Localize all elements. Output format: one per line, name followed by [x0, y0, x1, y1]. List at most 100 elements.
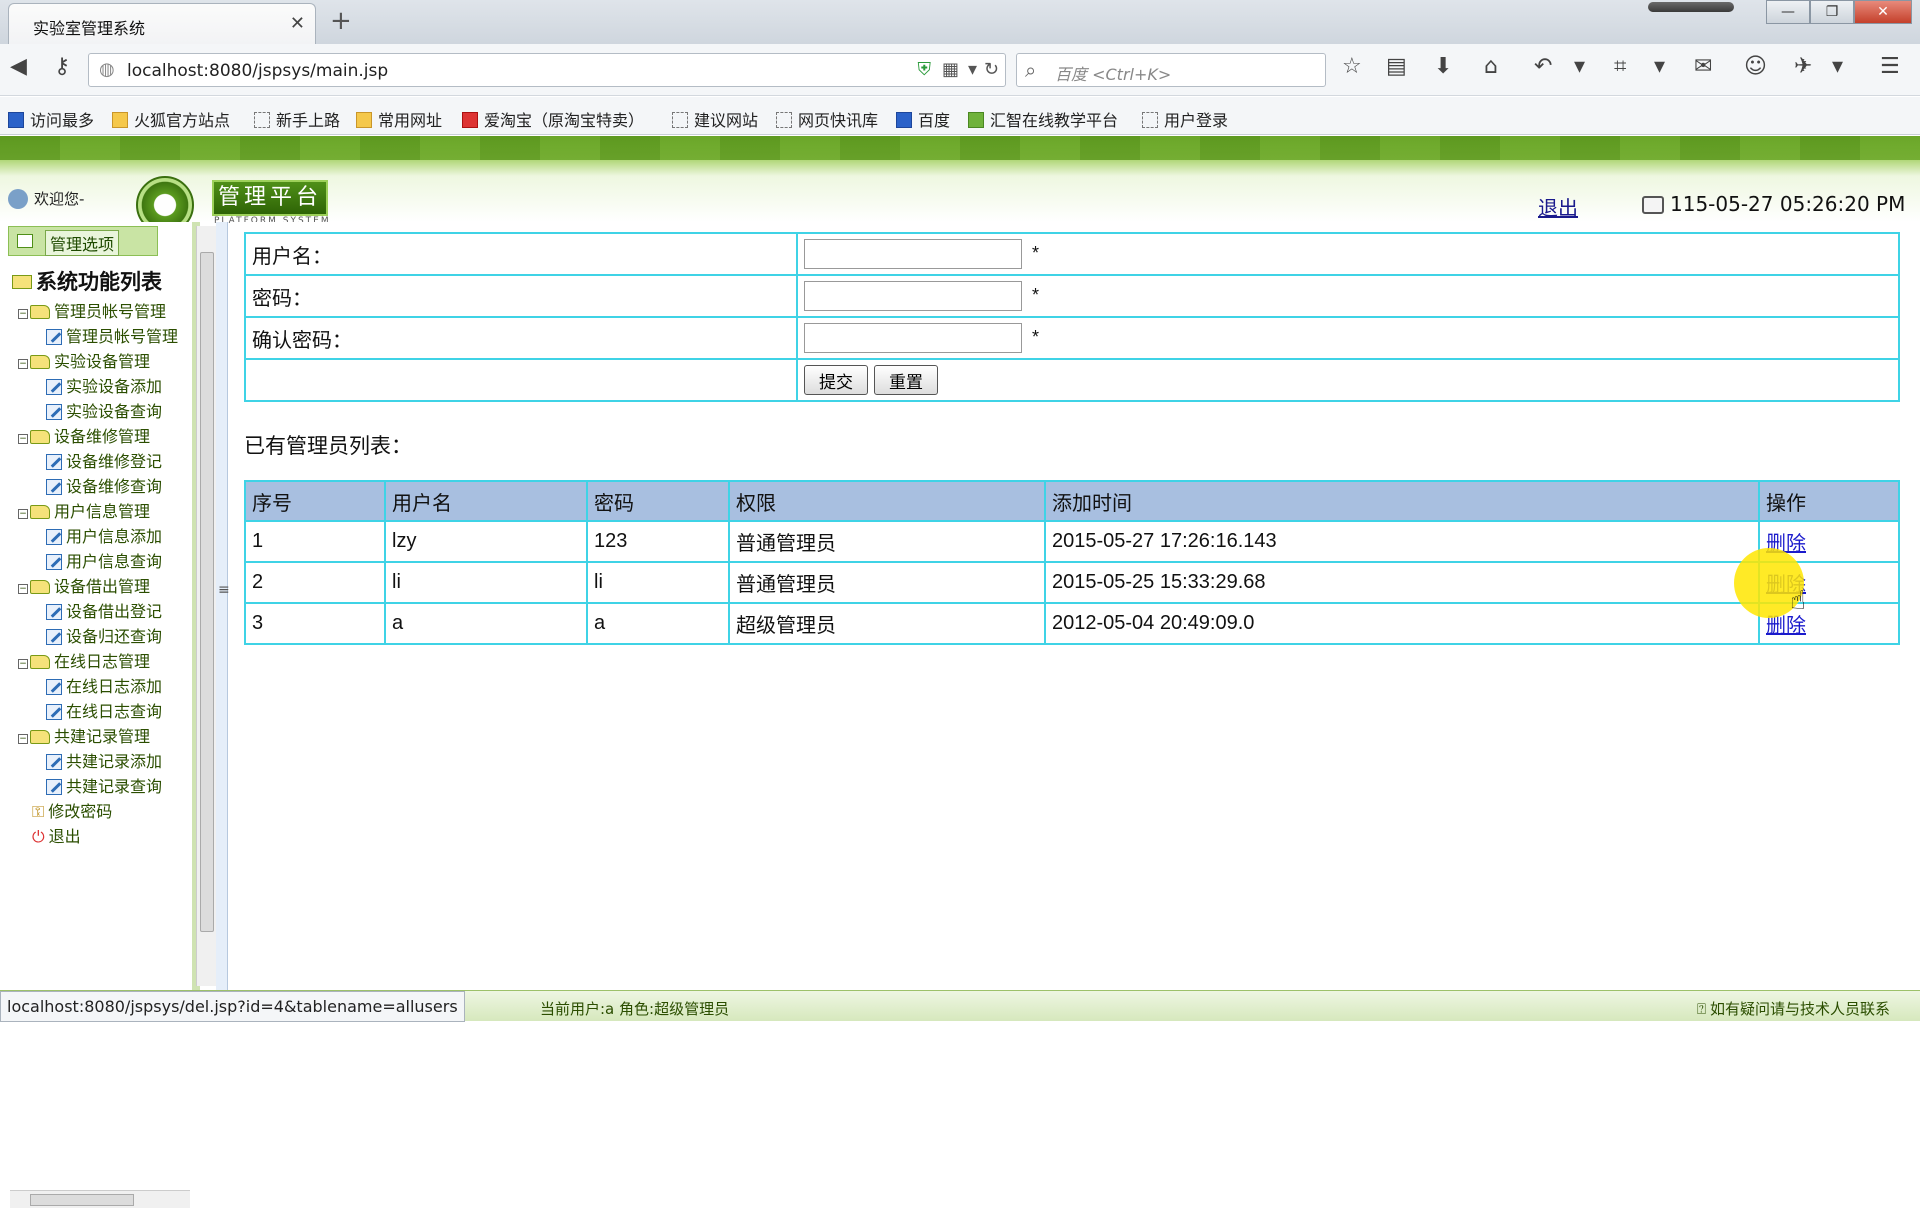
- form-row-confirm: 确认密码： *: [244, 316, 1900, 360]
- bookmark-item[interactable]: 汇智在线教学平台: [968, 107, 1118, 131]
- globe-icon: ◍: [99, 59, 115, 80]
- collapse-icon: −: [18, 734, 28, 744]
- tree-item-repair-register[interactable]: 设备维修登记: [46, 448, 162, 472]
- delete-link[interactable]: 删除: [1766, 615, 1806, 637]
- bookmark-item[interactable]: 访问最多: [8, 107, 94, 131]
- tree-item-return-query[interactable]: 设备归还查询: [46, 623, 162, 647]
- bookmark-item[interactable]: 常用网址: [356, 107, 442, 131]
- tree-group-lending[interactable]: − 设备借出管理: [18, 573, 150, 597]
- collapse-icon: −: [18, 584, 28, 594]
- splitter-grip-icon: ≡: [218, 582, 230, 598]
- confirm-password-label: 确认密码：: [244, 316, 798, 360]
- scrollbar-thumb[interactable]: [30, 1194, 134, 1206]
- tree-item-equipment-add[interactable]: 实验设备添加: [46, 373, 162, 397]
- form-row-password: 密码： *: [244, 274, 1900, 318]
- tree-item-repair-query[interactable]: 设备维修查询: [46, 473, 162, 497]
- download-icon[interactable]: ⬇: [1434, 54, 1452, 79]
- reset-button[interactable]: 重置: [874, 365, 938, 395]
- tree-item-users-add[interactable]: 用户信息添加: [46, 523, 162, 547]
- tree-item-joint-query[interactable]: 共建记录查询: [46, 773, 162, 797]
- tree-item-logout[interactable]: ⏻ 退出: [32, 823, 81, 847]
- undo-icon[interactable]: ↶: [1534, 54, 1552, 79]
- undo-dropdown-icon[interactable]: ▾: [1574, 54, 1585, 79]
- home-icon[interactable]: ⌂: [1484, 54, 1498, 79]
- key-icon[interactable]: ⚷: [54, 54, 70, 79]
- bookmark-item[interactable]: 爱淘宝（原淘宝特卖）: [462, 107, 644, 131]
- shield-icon[interactable]: ⛨: [918, 59, 932, 80]
- bookmark-star-icon[interactable]: ☆: [1342, 54, 1362, 79]
- submit-button[interactable]: 提交: [804, 365, 868, 395]
- password-input[interactable]: [804, 281, 1022, 311]
- tree-group-equipment[interactable]: − 实验设备管理: [18, 348, 150, 372]
- tree-group-logs[interactable]: − 在线日志管理: [18, 648, 150, 672]
- folder-icon: [30, 730, 50, 744]
- form-row-actions: 提交 重置: [244, 358, 1900, 402]
- bookmark-item[interactable]: 建议网站: [672, 107, 758, 131]
- tree-item-joint-add[interactable]: 共建记录添加: [46, 748, 162, 772]
- tree-item-equipment-query[interactable]: 实验设备查询: [46, 398, 162, 422]
- folder-icon: [30, 505, 50, 519]
- tree-group-users[interactable]: − 用户信息管理: [18, 498, 150, 522]
- edit-icon: [46, 629, 62, 645]
- tree-item-logs-add[interactable]: 在线日志添加: [46, 673, 162, 697]
- browser-tab-active[interactable]: 实验室管理系统 ✕: [8, 3, 316, 44]
- minimize-icon[interactable]: —: [1766, 0, 1810, 24]
- confirm-password-input[interactable]: [804, 323, 1022, 353]
- chat-icon[interactable]: ✉: [1694, 54, 1712, 79]
- url-bar[interactable]: ◍ localhost:8080/jspsys/main.jsp ⛨ ▦ ▾ ↻: [88, 53, 1006, 87]
- tree-group-admin[interactable]: − 管理员帐号管理: [18, 298, 166, 322]
- reading-list-icon[interactable]: ▤: [1386, 54, 1407, 79]
- menu-icon[interactable]: ☰: [1880, 54, 1900, 79]
- cell-action: 删除: [1758, 520, 1900, 563]
- crop-dropdown-icon[interactable]: ▾: [1654, 54, 1665, 79]
- bookmark-item[interactable]: 新手上路: [254, 107, 340, 131]
- add-admin-form: 用户名： * 密码： * 确认密码： * 提交 重置: [244, 232, 1900, 402]
- tree-group-repair[interactable]: − 设备维修管理: [18, 423, 150, 447]
- frame-splitter[interactable]: ≡: [216, 222, 230, 990]
- reload-icon[interactable]: ↻: [984, 59, 999, 80]
- tree-item-change-password[interactable]: ⚿ 修改密码: [32, 798, 112, 822]
- tree-item-lending-register[interactable]: 设备借出登记: [46, 598, 162, 622]
- sidebar-vertical-scrollbar[interactable]: [196, 226, 216, 986]
- status-link-url: localhost:8080/jspsys/del.jsp?id=4&table…: [0, 991, 465, 1022]
- sidebar-tab-options[interactable]: 管理选项: [8, 226, 158, 256]
- tree-item-users-query[interactable]: 用户信息查询: [46, 548, 162, 572]
- qr-code-icon[interactable]: ▦: [942, 59, 959, 80]
- back-icon[interactable]: ◀: [10, 54, 27, 79]
- header-logout-link[interactable]: 退出: [1538, 192, 1578, 221]
- tree-item-admin-account[interactable]: 管理员帐号管理: [46, 323, 178, 347]
- new-tab-icon[interactable]: +: [330, 6, 352, 36]
- dropdown-icon[interactable]: ▾: [968, 59, 977, 80]
- bookmark-item[interactable]: 火狐官方站点: [112, 107, 230, 131]
- plugin-dropdown-icon[interactable]: ▾: [1832, 54, 1843, 79]
- plugin-icon[interactable]: ✈: [1794, 54, 1812, 79]
- scrollbar-thumb[interactable]: [200, 252, 214, 932]
- tree-group-joint[interactable]: − 共建记录管理: [18, 723, 150, 747]
- tree-item-logs-query[interactable]: 在线日志查询: [46, 698, 162, 722]
- bookmark-item[interactable]: 用户登录: [1142, 107, 1228, 131]
- collapse-icon: −: [18, 359, 28, 369]
- maximize-icon[interactable]: ❐: [1810, 0, 1854, 24]
- folder-icon: [30, 355, 50, 369]
- empty-cell: [244, 358, 798, 402]
- crop-icon[interactable]: ⌗: [1614, 54, 1626, 79]
- delete-link[interactable]: 删除: [1766, 574, 1806, 596]
- sidebar-horizontal-scrollbar[interactable]: [10, 1190, 190, 1208]
- tab-close-icon[interactable]: ✕: [290, 13, 305, 34]
- url-text: localhost:8080/jspsys/main.jsp: [127, 61, 389, 81]
- search-placeholder: 百度 <Ctrl+K>: [1055, 65, 1172, 84]
- bookmark-item[interactable]: 网页快讯库: [776, 107, 878, 131]
- edit-icon: [46, 679, 62, 695]
- browser-nav-bar: ◀ ⚷ ◍ localhost:8080/jspsys/main.jsp ⛨ ▦…: [0, 44, 1920, 96]
- search-box[interactable]: ⌕ 百度 <Ctrl+K>: [1016, 53, 1326, 87]
- page-icon: [776, 112, 792, 128]
- window-close-icon[interactable]: ✕: [1854, 0, 1912, 24]
- cell-no: 2: [244, 561, 386, 604]
- user-icon: [8, 189, 28, 209]
- username-input[interactable]: [804, 239, 1022, 269]
- delete-link[interactable]: 删除: [1766, 533, 1806, 555]
- bookmark-item[interactable]: 百度: [896, 107, 950, 131]
- edit-icon: [46, 554, 62, 570]
- emoji-icon[interactable]: ☺: [1744, 54, 1767, 79]
- collapse-icon: −: [18, 659, 28, 669]
